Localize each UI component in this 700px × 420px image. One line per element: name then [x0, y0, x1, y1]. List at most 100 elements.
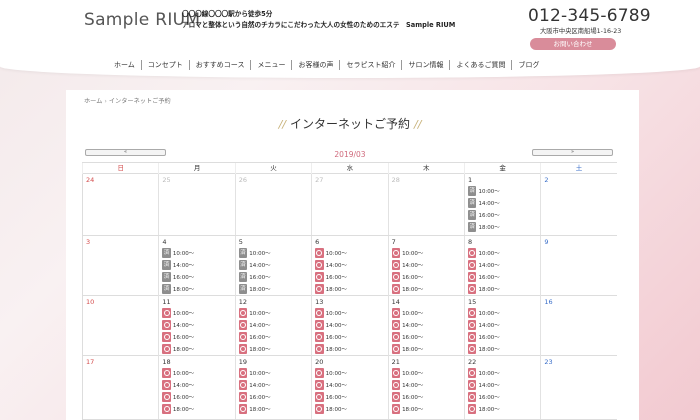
available-circle-icon[interactable]	[467, 392, 477, 402]
nav-item-blog[interactable]: ブログ	[511, 60, 545, 70]
time-slot[interactable]: 14:00〜	[315, 259, 384, 271]
time-slot[interactable]: 14:00〜	[391, 379, 461, 391]
nav-item-faq[interactable]: よくあるご質問	[449, 60, 511, 70]
time-slot[interactable]: 10:00〜	[391, 307, 461, 319]
time-slot[interactable]: 18:00〜	[391, 283, 461, 295]
available-circle-icon[interactable]	[315, 308, 324, 318]
available-circle-icon[interactable]	[391, 284, 401, 294]
time-slot[interactable]: 10:00〜	[315, 247, 384, 259]
phone-number[interactable]: 012-345-6789	[528, 6, 651, 26]
available-circle-icon[interactable]	[238, 320, 248, 330]
available-circle-icon[interactable]	[238, 344, 248, 354]
time-slot[interactable]: 16:00〜	[162, 391, 231, 403]
available-circle-icon[interactable]	[391, 332, 401, 342]
available-circle-icon[interactable]	[467, 380, 477, 390]
time-slot[interactable]: 16:00〜	[238, 331, 308, 343]
time-slot[interactable]: 14:00〜	[238, 379, 308, 391]
available-circle-icon[interactable]	[315, 344, 324, 354]
available-circle-icon[interactable]	[467, 320, 477, 330]
time-slot[interactable]: 16:00〜	[467, 391, 537, 403]
available-circle-icon[interactable]	[391, 272, 401, 282]
time-slot[interactable]: 18:00〜	[391, 403, 461, 415]
time-slot[interactable]: 14:00〜	[315, 379, 384, 391]
available-circle-icon[interactable]	[238, 332, 248, 342]
available-circle-icon[interactable]	[467, 344, 477, 354]
available-circle-icon[interactable]	[238, 404, 248, 414]
time-slot[interactable]: 16:00〜	[315, 331, 384, 343]
available-circle-icon[interactable]	[162, 380, 171, 390]
available-circle-icon[interactable]	[315, 320, 324, 330]
available-circle-icon[interactable]	[162, 404, 171, 414]
available-circle-icon[interactable]	[467, 308, 477, 318]
nav-item-therapists[interactable]: セラピスト紹介	[339, 60, 401, 70]
time-slot[interactable]: 10:00〜	[391, 247, 461, 259]
time-slot[interactable]: 18:00〜	[315, 403, 384, 415]
available-circle-icon[interactable]	[238, 308, 248, 318]
available-circle-icon[interactable]	[467, 272, 477, 282]
time-slot[interactable]: 18:00〜	[467, 403, 537, 415]
next-month-button[interactable]: »	[532, 149, 613, 156]
time-slot[interactable]: 16:00〜	[467, 331, 537, 343]
time-slot[interactable]: 10:00〜	[467, 367, 537, 379]
time-slot[interactable]: 18:00〜	[391, 343, 461, 355]
time-slot[interactable]: 10:00〜	[238, 367, 308, 379]
available-circle-icon[interactable]	[162, 344, 171, 354]
nav-item-voices[interactable]: お客様の声	[291, 60, 339, 70]
time-slot[interactable]: 14:00〜	[467, 259, 537, 271]
nav-item-concept[interactable]: コンセプト	[140, 60, 189, 70]
nav-item-salon-info[interactable]: サロン情報	[401, 60, 449, 70]
nav-item-home[interactable]: ホーム	[108, 60, 141, 70]
available-circle-icon[interactable]	[315, 392, 324, 402]
available-circle-icon[interactable]	[467, 260, 477, 270]
time-slot[interactable]: 16:00〜	[238, 391, 308, 403]
available-circle-icon[interactable]	[315, 284, 324, 294]
time-slot[interactable]: 14:00〜	[391, 259, 461, 271]
time-slot[interactable]: 10:00〜	[238, 307, 308, 319]
time-slot[interactable]: 16:00〜	[467, 271, 537, 283]
available-circle-icon[interactable]	[391, 248, 401, 258]
time-slot[interactable]: 16:00〜	[315, 391, 384, 403]
time-slot[interactable]: 14:00〜	[162, 319, 231, 331]
available-circle-icon[interactable]	[315, 332, 324, 342]
time-slot[interactable]: 18:00〜	[238, 343, 308, 355]
time-slot[interactable]: 18:00〜	[162, 343, 231, 355]
available-circle-icon[interactable]	[162, 320, 171, 330]
time-slot[interactable]: 10:00〜	[162, 367, 231, 379]
breadcrumb-home[interactable]: ホーム	[84, 98, 102, 105]
available-circle-icon[interactable]	[315, 404, 324, 414]
available-circle-icon[interactable]	[467, 248, 477, 258]
available-circle-icon[interactable]	[467, 332, 477, 342]
time-slot[interactable]: 10:00〜	[391, 367, 461, 379]
time-slot[interactable]: 10:00〜	[467, 307, 537, 319]
time-slot[interactable]: 16:00〜	[391, 271, 461, 283]
available-circle-icon[interactable]	[315, 248, 324, 258]
available-circle-icon[interactable]	[467, 368, 477, 378]
available-circle-icon[interactable]	[391, 368, 401, 378]
time-slot[interactable]: 10:00〜	[467, 247, 537, 259]
available-circle-icon[interactable]	[391, 344, 401, 354]
available-circle-icon[interactable]	[315, 260, 324, 270]
available-circle-icon[interactable]	[238, 368, 248, 378]
time-slot[interactable]: 10:00〜	[162, 307, 231, 319]
time-slot[interactable]: 14:00〜	[467, 319, 537, 331]
available-circle-icon[interactable]	[391, 320, 401, 330]
time-slot[interactable]: 16:00〜	[391, 391, 461, 403]
time-slot[interactable]: 16:00〜	[162, 331, 231, 343]
time-slot[interactable]: 18:00〜	[162, 403, 231, 415]
available-circle-icon[interactable]	[391, 260, 401, 270]
inquiry-button[interactable]: お問い合わせ	[530, 38, 616, 50]
available-circle-icon[interactable]	[391, 380, 401, 390]
time-slot[interactable]: 18:00〜	[467, 343, 537, 355]
nav-item-menu[interactable]: メニュー	[250, 60, 291, 70]
available-circle-icon[interactable]	[162, 368, 171, 378]
time-slot[interactable]: 14:00〜	[391, 319, 461, 331]
available-circle-icon[interactable]	[467, 404, 477, 414]
available-circle-icon[interactable]	[162, 308, 171, 318]
time-slot[interactable]: 10:00〜	[315, 367, 384, 379]
available-circle-icon[interactable]	[391, 404, 401, 414]
available-circle-icon[interactable]	[315, 272, 324, 282]
available-circle-icon[interactable]	[238, 392, 248, 402]
time-slot[interactable]: 18:00〜	[315, 343, 384, 355]
time-slot[interactable]: 18:00〜	[238, 403, 308, 415]
time-slot[interactable]: 14:00〜	[162, 379, 231, 391]
